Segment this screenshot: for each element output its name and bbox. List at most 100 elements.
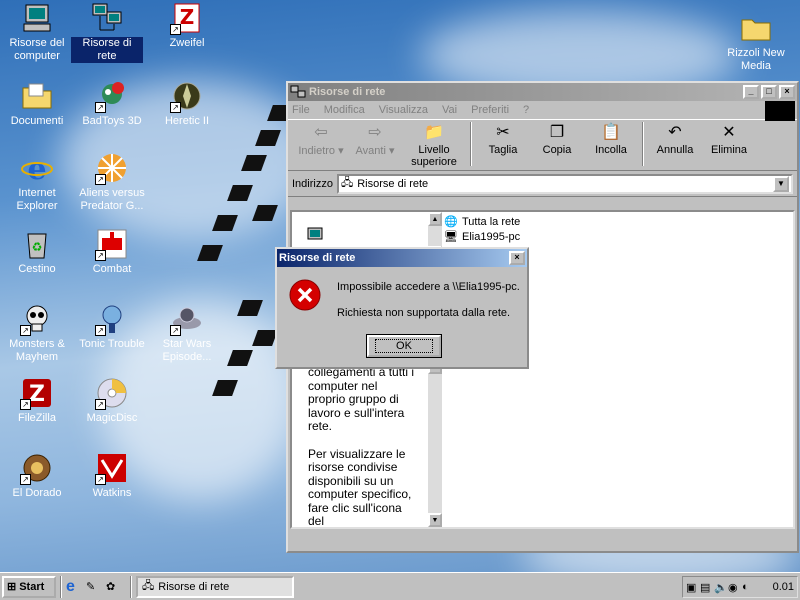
taskbar-separator (60, 575, 62, 598)
clock[interactable]: 0.01 (773, 581, 794, 593)
close-button[interactable]: × (779, 85, 795, 99)
desktop-icon-rizzoli[interactable]: Rizzoli New Media (720, 12, 792, 73)
shortcut-arrow-icon: ↗ (95, 174, 106, 185)
desktop-icon-label: Tonic Trouble (79, 338, 145, 350)
tray-volume-icon[interactable]: 🔈 (714, 581, 728, 594)
ok-button[interactable]: OK (366, 334, 442, 358)
item-list: 🌐 Tutta la rete 🖥 Elia1995-pc (444, 214, 520, 244)
forward-arrow-icon: ⇨ (368, 124, 382, 141)
menu-vai[interactable]: Vai (442, 104, 457, 116)
tray-mixer-icon[interactable]: ▤ (700, 581, 714, 594)
shortcut-arrow-icon: ↗ (170, 24, 181, 35)
desktop-icon-el-dorado[interactable]: ↗ El Dorado (1, 452, 73, 500)
magicdisc-icon: ↗ (95, 377, 128, 410)
menu-preferiti[interactable]: Preferiti (471, 104, 509, 116)
el-dorado-icon: ↗ (20, 452, 53, 485)
combat-icon: ↗ (95, 228, 128, 261)
desktop-icon-star-wars[interactable]: ↗ Star Wars Episode... (151, 303, 223, 364)
desktop-icon-my-computer[interactable]: Risorse del computer (1, 2, 73, 63)
list-item[interactable]: 🌐 Tutta la rete (444, 214, 520, 229)
desktop-icon-heretic[interactable]: ↗ Heretic II (151, 80, 223, 128)
network-neighborhood-icon: 🖧 (340, 177, 354, 189)
desktop-icon-label: Risorse del computer (9, 37, 65, 62)
forward-button[interactable]: ⇨ Avanti ▾ (348, 122, 402, 157)
desktop-icon-label: El Dorado (12, 487, 62, 499)
desktop-icon-zweifel[interactable]: Z ↗ Zweifel (151, 2, 223, 50)
tray-disk-icon[interactable]: ◉ (728, 581, 742, 594)
dialog-title: Risorse di rete (279, 252, 356, 264)
zweifel-icon: Z ↗ (170, 2, 203, 35)
delete-button[interactable]: ✕ Elimina (702, 122, 756, 156)
menu-modifica[interactable]: Modifica (324, 104, 365, 116)
menu-visualizza[interactable]: Visualizza (379, 104, 428, 116)
back-button[interactable]: ⇦ Indietro ▾ (294, 122, 348, 157)
list-item[interactable]: 🖥 Elia1995-pc (444, 229, 520, 244)
task-network-neighborhood[interactable]: 🖧 Risorse di rete (136, 575, 294, 598)
folder-icon (740, 12, 772, 44)
scissors-icon: ✂ (496, 124, 510, 141)
desktop-icon-label: MagicDisc (86, 412, 138, 424)
address-label: Indirizzo (292, 177, 333, 190)
svg-text:♻: ♻ (32, 240, 43, 254)
windows-flag-icon: ⊞ (7, 581, 17, 593)
menu-help[interactable]: ? (523, 104, 529, 116)
start-button[interactable]: ⊞ Start (2, 575, 56, 598)
desktop-icon-recycle-bin[interactable]: ♻ Cestino (1, 228, 73, 276)
shortcut-arrow-icon: ↗ (170, 325, 181, 336)
desktop-icon-label: Zweifel (169, 37, 205, 49)
cut-button[interactable]: ✂ Taglia (476, 122, 530, 156)
desktop-icon-watkins[interactable]: ↗ Watkins (76, 452, 148, 500)
shortcut-arrow-icon: ↗ (170, 102, 181, 113)
scroll-down-button[interactable]: ▼ (428, 513, 442, 527)
scroll-up-button[interactable]: ▲ (428, 212, 442, 226)
badtoys-icon: ↗ (95, 80, 128, 113)
dialog-close-button[interactable]: × (509, 251, 525, 265)
desktop-icon-label: Cestino (18, 263, 56, 275)
desktop-icon-documenti[interactable]: Documenti (1, 80, 73, 128)
back-arrow-icon: ⇦ (314, 124, 328, 141)
tray-network-icon[interactable]: ▣ (686, 581, 700, 594)
shortcut-arrow-icon: ↗ (20, 325, 31, 336)
network-neighborhood-icon: 🖧 (142, 580, 155, 592)
address-value: Risorse di rete (357, 177, 429, 190)
system-tray: ▣ ▤ 🔈 ◉ ◐ 0.01 (682, 576, 798, 598)
star-wars-icon: ↗ (170, 303, 203, 336)
dialog-titlebar[interactable]: Risorse di rete × (277, 249, 527, 267)
shortcut-arrow-icon: ↗ (95, 250, 106, 261)
desktop-icon-monsters-mayhem[interactable]: ↗ Monsters & Mayhem (1, 303, 73, 364)
dialog-message-1: Impossibile accedere a \\Elia1995-pc. (337, 281, 520, 293)
internet-explorer-icon: e (21, 152, 53, 187)
up-level-button[interactable]: 📁 Livello superiore (402, 122, 466, 168)
undo-button[interactable]: ↶ Annulla (648, 122, 702, 156)
quicklaunch-ie-icon[interactable]: e (66, 578, 86, 596)
desktop-icon-tonic-trouble[interactable]: ↗ Tonic Trouble (76, 303, 148, 351)
window-titlebar[interactable]: Risorse di rete _ □ × (288, 83, 797, 101)
minimize-button[interactable]: _ (743, 85, 759, 99)
desktop-icon-filezilla[interactable]: Z ↗ FileZilla (1, 377, 73, 425)
info-text-1: collegamenti a tutti i computer nel prop… (308, 365, 415, 433)
address-bar: Indirizzo 🖧 Risorse di rete ▼ (288, 171, 797, 197)
svg-text:Z: Z (180, 5, 195, 29)
copy-icon: ❐ (549, 124, 565, 141)
paste-button[interactable]: 📋 Incolla (584, 122, 638, 156)
skull-icon: ↗ (20, 303, 53, 336)
desktop-icon-magicdisc[interactable]: ↗ MagicDisc (76, 377, 148, 425)
desktop-icon-badtoys[interactable]: ↗ BadToys 3D (76, 80, 148, 128)
desktop-icon-combat[interactable]: ↗ Combat (76, 228, 148, 276)
desktop-icon-internet-explorer[interactable]: e Internet Explorer (1, 152, 73, 213)
error-icon (289, 279, 321, 311)
address-dropdown-button[interactable]: ▼ (773, 175, 789, 192)
menu-file[interactable]: File (292, 104, 310, 116)
desktop-icon-network-neighborhood[interactable]: Risorse di rete (71, 2, 143, 63)
desktop-icon-aliens[interactable]: ↗ Aliens versus Predator G... (76, 152, 148, 213)
toolbar: ⇦ Indietro ▾ ⇨ Avanti ▾ 📁 Livello superi… (288, 119, 797, 171)
error-dialog: Risorse di rete × Impossibile accedere a… (275, 247, 529, 369)
dialog-message-2: Richiesta non supportata dalla rete. (337, 307, 511, 319)
maximize-button[interactable]: □ (761, 85, 777, 99)
quicklaunch-channels-icon[interactable]: ✿ (106, 580, 126, 593)
address-field[interactable]: 🖧 Risorse di rete ▼ (336, 173, 793, 194)
desktop-icon-label: Star Wars Episode... (162, 338, 212, 363)
quicklaunch-outlook-icon[interactable]: ✎ (86, 580, 106, 593)
tray-app-icon[interactable]: ◐ (742, 581, 756, 593)
copy-button[interactable]: ❐ Copia (530, 122, 584, 156)
